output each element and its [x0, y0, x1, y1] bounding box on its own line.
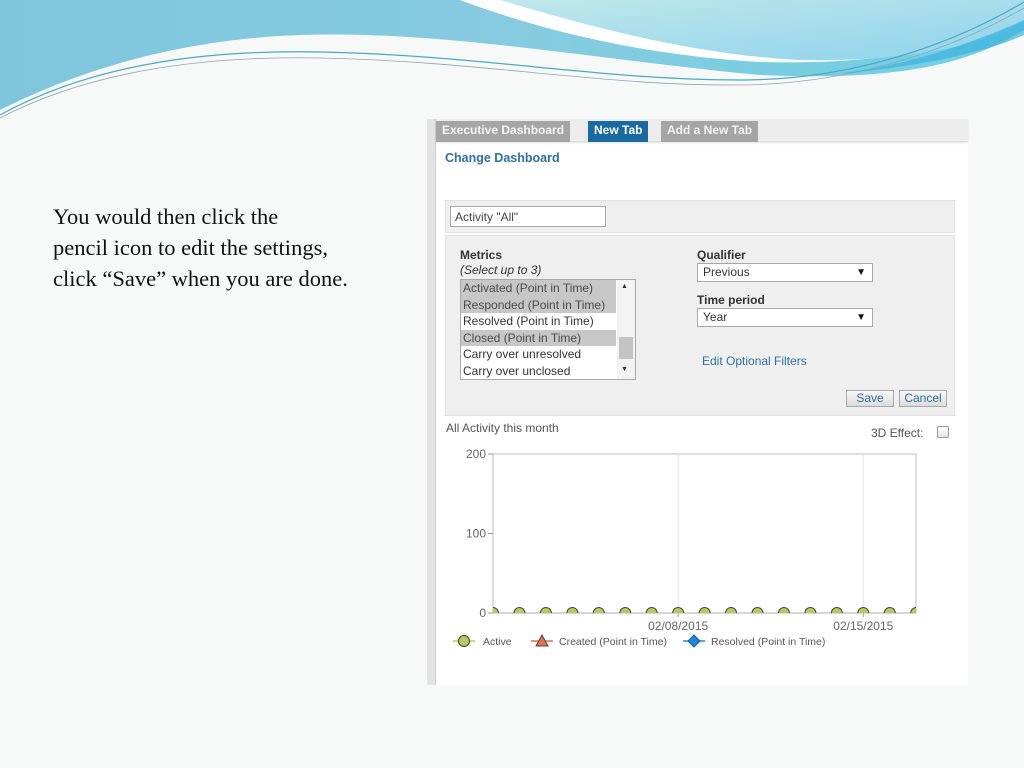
- dashboard-title-box: [445, 200, 955, 233]
- tab-new-tab[interactable]: New Tab: [588, 121, 649, 142]
- plot-area: [492, 453, 917, 614]
- active-point: [751, 607, 764, 613]
- active-point: [830, 607, 843, 613]
- legend-active-label: Active: [483, 636, 512, 648]
- metrics-scrollbar[interactable]: ▲ ▼: [617, 280, 635, 379]
- time-period-value: Year: [703, 310, 728, 324]
- metrics-listbox[interactable]: Activated (Point in Time) Responded (Poi…: [460, 279, 636, 380]
- edit-optional-filters-link[interactable]: Edit Optional Filters: [702, 354, 807, 368]
- active-point: [645, 607, 658, 613]
- chart-title: All Activity this month: [446, 421, 559, 435]
- x-tick-label: 02/15/2015: [833, 619, 893, 633]
- tab-strip: Executive Dashboard New Tab Add a New Ta…: [436, 119, 968, 142]
- active-point: [566, 607, 579, 613]
- slide-text-line: You would then click the: [53, 204, 279, 229]
- y-tick-label: 100: [466, 527, 486, 541]
- scroll-down-arrow-icon[interactable]: ▼: [621, 366, 628, 373]
- metric-option[interactable]: Responded (Point in Time): [461, 296, 616, 313]
- active-point: [592, 607, 605, 613]
- save-button[interactable]: Save: [846, 390, 894, 407]
- cancel-button[interactable]: Cancel: [899, 390, 947, 407]
- dropdown-caret-icon: ▼: [856, 312, 866, 323]
- active-point: [883, 607, 896, 613]
- active-point: [725, 607, 738, 613]
- metric-option[interactable]: Activated (Point in Time): [461, 280, 616, 297]
- qualifier-label: Qualifier: [697, 248, 746, 262]
- time-period-select[interactable]: Year ▼: [697, 308, 873, 327]
- y-tick-label: 0: [479, 606, 486, 620]
- legend-resolved-marker-icon: [687, 634, 701, 648]
- change-dashboard-link[interactable]: Change Dashboard: [445, 151, 560, 165]
- metrics-hint: (Select up to 3): [460, 263, 542, 277]
- active-point: [777, 607, 790, 613]
- 3d-effect-checkbox[interactable]: [937, 426, 949, 438]
- qualifier-select[interactable]: Previous ▼: [697, 263, 873, 282]
- metric-option[interactable]: Closed (Point in Time): [461, 329, 616, 346]
- metric-option[interactable]: Resolved (Point in Time): [461, 313, 616, 330]
- dashboard-settings-box: Metrics (Select up to 3) Activated (Poin…: [445, 235, 955, 416]
- 3d-effect-label: 3D Effect:: [871, 426, 924, 440]
- dropdown-caret-icon: ▼: [856, 267, 866, 278]
- activity-line-chart: 0 100 200 02/08/2015 02/15/2015 Active Create…: [453, 447, 917, 648]
- x-tick-label: 02/08/2015: [648, 619, 708, 633]
- slide-instruction-text: You would then click the pencil icon to …: [53, 201, 413, 294]
- dashboard-title-input[interactable]: [450, 206, 606, 227]
- metrics-label: Metrics: [460, 248, 503, 262]
- metric-option[interactable]: Carry over unclosed: [461, 363, 616, 380]
- qualifier-value: Previous: [703, 265, 750, 279]
- active-point: [804, 607, 817, 613]
- legend-active-marker-icon: [458, 635, 470, 647]
- slide-text-line: click “Save” when you are done.: [53, 266, 348, 291]
- header-wave-decoration: [0, 0, 1024, 119]
- active-point: [698, 607, 711, 613]
- tab-add-new-tab[interactable]: Add a New Tab: [661, 121, 759, 142]
- slide-text-line: pencil icon to edit the settings,: [53, 235, 328, 260]
- legend-resolved-label: Resolved (Point in Time): [711, 636, 825, 648]
- active-point: [619, 607, 632, 613]
- legend-created-label: Created (Point in Time): [559, 636, 667, 648]
- active-point: [513, 607, 526, 613]
- y-tick-label: 200: [466, 447, 486, 461]
- tab-executive-dashboard[interactable]: Executive Dashboard: [436, 121, 571, 142]
- active-point: [539, 607, 552, 613]
- scrollbar-thumb[interactable]: [619, 337, 633, 359]
- metric-option[interactable]: Carry over unresolved: [461, 346, 616, 363]
- scroll-up-arrow-icon[interactable]: ▲: [621, 283, 628, 290]
- dashboard-screenshot-panel: Executive Dashboard New Tab Add a New Ta…: [427, 119, 968, 685]
- time-period-label: Time period: [697, 293, 765, 307]
